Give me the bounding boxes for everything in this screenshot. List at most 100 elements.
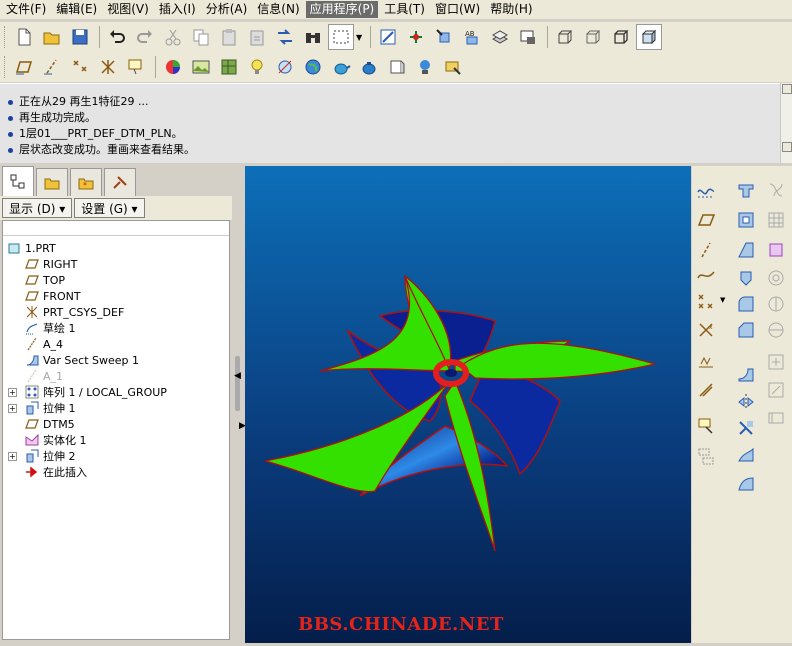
decal-button[interactable] <box>384 54 410 80</box>
chevron-down-icon[interactable]: ▼ <box>720 296 725 304</box>
render-region-button[interactable] <box>272 54 298 80</box>
save-button[interactable] <box>67 24 93 50</box>
menu-item[interactable]: 文件(F) <box>2 1 50 18</box>
tree-item[interactable]: 实体化 1 <box>3 432 229 448</box>
tree-item[interactable]: RIGHT <box>3 256 229 272</box>
menu-item[interactable]: 分析(A) <box>202 1 252 18</box>
tree-filter-bar[interactable] <box>3 221 229 236</box>
find-button[interactable] <box>300 24 326 50</box>
cut-button[interactable] <box>160 24 186 50</box>
offset-tool[interactable] <box>694 378 718 402</box>
lights-button[interactable] <box>244 54 270 80</box>
hidden-line-button[interactable] <box>580 24 606 50</box>
sweep-tool[interactable] <box>734 362 758 386</box>
panel-splitter[interactable]: ◀ ▶ <box>233 166 246 643</box>
tree-item[interactable]: A_1 <box>3 368 229 384</box>
csys-toggle[interactable] <box>95 54 121 80</box>
tree-item[interactable]: TOP <box>3 272 229 288</box>
tree-item[interactable]: Var Sect Sweep 1 <box>3 352 229 368</box>
style-tool[interactable] <box>734 472 758 496</box>
analysis-button[interactable] <box>440 54 466 80</box>
pattern-tool[interactable] <box>764 208 788 232</box>
menu-item[interactable]: 编辑(E) <box>52 1 101 18</box>
reference-tool[interactable] <box>694 444 718 468</box>
expand-icon[interactable]: + <box>8 387 17 397</box>
layers-button[interactable] <box>487 24 513 50</box>
pinwheel-model[interactable] <box>245 166 691 643</box>
tree-item[interactable]: 草绘 1 <box>3 320 229 336</box>
datum-axis-toggle[interactable] <box>39 54 65 80</box>
regenerate-button[interactable] <box>272 24 298 50</box>
view-manager-button[interactable] <box>515 24 541 50</box>
copy-button[interactable] <box>188 24 214 50</box>
boundary-blend-tool[interactable] <box>734 444 758 468</box>
tab-model-tree[interactable] <box>2 166 34 196</box>
mirror-tool[interactable] <box>734 390 758 414</box>
sketch-mode-button[interactable] <box>375 24 401 50</box>
menu-item[interactable]: 窗口(W) <box>431 1 484 18</box>
tree-item[interactable]: + 阵列 1 / LOCAL_GROUP <box>3 384 229 400</box>
round-tool[interactable] <box>734 292 758 316</box>
tree-item[interactable]: + 拉伸 2 <box>3 448 229 464</box>
datum-plane-tool[interactable] <box>694 208 718 232</box>
rib-tool[interactable] <box>764 238 788 262</box>
expand-icon[interactable]: + <box>8 451 17 461</box>
shell-tool[interactable] <box>734 208 758 232</box>
texture-button[interactable] <box>216 54 242 80</box>
tree-item[interactable]: A_4 <box>3 336 229 352</box>
revolve-tool[interactable] <box>734 266 758 290</box>
environment-button[interactable] <box>300 54 326 80</box>
datum-plane-toggle[interactable] <box>11 54 37 80</box>
datum-point-tool[interactable] <box>694 290 718 314</box>
annotation-feature-tool[interactable] <box>694 414 718 438</box>
menu-item[interactable]: 视图(V) <box>103 1 153 18</box>
tree-item[interactable]: PRT_CSYS_DEF <box>3 304 229 320</box>
expand-icon[interactable]: + <box>8 403 17 413</box>
toolbar-grip[interactable] <box>4 56 7 78</box>
toroidal-tool[interactable] <box>764 318 788 342</box>
scroll-up-arrow[interactable] <box>782 84 792 94</box>
appearance-button[interactable] <box>160 54 186 80</box>
intersect-tool[interactable] <box>764 350 788 374</box>
annotation-button[interactable]: AB <box>459 24 485 50</box>
show-dropdown[interactable]: 显示 (D) ▾ <box>2 198 73 218</box>
collapse-left-icon[interactable]: ◀ <box>234 371 241 381</box>
paste-special-button[interactable] <box>244 24 270 50</box>
wireframe-button[interactable] <box>552 24 578 50</box>
datum-curve-tool[interactable] <box>694 262 718 286</box>
hole-tool[interactable] <box>764 266 788 290</box>
tree-item[interactable]: 在此插入 <box>3 464 229 480</box>
tab-favorites[interactable]: * <box>70 168 102 196</box>
shading-button[interactable] <box>636 24 663 50</box>
tab-connections[interactable] <box>104 168 136 196</box>
extend-tool[interactable] <box>764 378 788 402</box>
tab-folder-browser[interactable] <box>36 168 68 196</box>
annotation-toggle[interactable] <box>123 54 149 80</box>
toolbar-grip[interactable] <box>4 26 7 48</box>
menu-item[interactable]: 帮助(H) <box>486 1 536 18</box>
datum-point-toggle[interactable] <box>67 54 93 80</box>
graphics-window[interactable]: BBS.CHINADE.NET <box>245 166 691 643</box>
insert-component-button[interactable] <box>431 24 457 50</box>
offset-surface-tool[interactable] <box>764 406 788 430</box>
draft-tool[interactable] <box>734 238 758 262</box>
tree-item[interactable]: 1.PRT <box>3 240 229 256</box>
feature-op-tool[interactable] <box>764 178 788 202</box>
menu-item[interactable]: 工具(T) <box>380 1 429 18</box>
tree-item[interactable]: FRONT <box>3 288 229 304</box>
datum-axis-tool[interactable] <box>694 238 718 262</box>
menu-item[interactable]: 插入(I) <box>155 1 200 18</box>
chevron-down-icon[interactable]: ▼ <box>356 33 362 42</box>
analysis-feature-tool[interactable] <box>694 350 718 374</box>
datum-display-button[interactable] <box>403 24 429 50</box>
sketch-curve-tool[interactable] <box>694 178 718 202</box>
scroll-down-arrow[interactable] <box>782 142 792 152</box>
open-file-button[interactable] <box>39 24 65 50</box>
menu-item[interactable]: 应用程序(P) <box>305 1 379 18</box>
tree-item[interactable]: DTM5 <box>3 416 229 432</box>
new-file-button[interactable] <box>11 24 37 50</box>
chamfer-tool[interactable] <box>734 318 758 342</box>
cosmetic-tool[interactable] <box>764 292 788 316</box>
merge-tool[interactable] <box>734 416 758 440</box>
scene-button[interactable] <box>188 54 214 80</box>
